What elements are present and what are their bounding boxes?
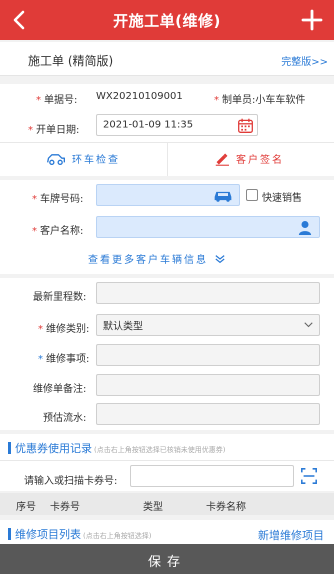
customer-sign-button[interactable]: 客户签名 [214, 151, 284, 166]
coupon-input[interactable] [130, 465, 294, 487]
calendar-icon[interactable] [237, 117, 254, 134]
coupon-section-hint: (点击右上角按钮选择已核销未使用优惠券) [94, 446, 226, 454]
page-title: 开施工单(维修) [113, 12, 221, 30]
maker-label: * 制单员:小车车软件 [214, 95, 306, 106]
full-version-link[interactable]: 完整版>> [281, 53, 328, 68]
repair-info-card: 最新里程数: * 维修类别: 默认类型 * 维修事项: 维修单备注: 预估流水: [0, 278, 334, 430]
scan-icon[interactable] [300, 467, 318, 485]
customer-card: * 车牌号码: 快速销售 * 客户名称: 查看更多客户车辆信息 [0, 180, 334, 274]
double-chevron-down-icon [215, 254, 225, 263]
add-repair-item-button[interactable]: 新增维修项目 [258, 527, 324, 543]
repair-item-label: * 维修事项: [38, 354, 90, 365]
repair-items-section: 维修项目列表 (点击右上角按钮选择) 新增维修项目 [0, 520, 334, 544]
mode-bar: 施工单 (精简版) 完整版>> [0, 42, 334, 76]
pen-sign-icon [215, 153, 229, 166]
doc-no-value: WX20210109001 [96, 91, 183, 102]
car-inspect-icon [47, 153, 66, 165]
customer-name-input[interactable] [96, 216, 320, 238]
more-customer-info-link[interactable]: 查看更多客户车辆信息 [88, 251, 226, 266]
mileage-label: 最新里程数: [33, 292, 87, 303]
top-bar: 开施工单(维修) [0, 0, 334, 40]
quick-sale-label: 快速销售 [262, 193, 302, 204]
coupon-section: 优惠券使用记录 (点击右上角按钮选择已核销未使用优惠券) 请输入或扫描卡券号: [0, 434, 334, 491]
date-label: * 开单日期: [28, 125, 80, 136]
repair-item-input[interactable] [96, 344, 320, 366]
repair-remark-input[interactable] [96, 374, 320, 396]
doc-no-label: * 单据号: [36, 95, 78, 106]
repair-type-select[interactable]: 默认类型 [96, 314, 320, 336]
flow-estimate-label: 预估流水: [43, 413, 87, 424]
person-icon[interactable] [298, 220, 312, 236]
mode-title: 施工单 (精简版) [28, 54, 114, 68]
repair-items-hint: (点击右上角按钮选择) [83, 532, 152, 540]
maker-value: 小车车软件 [255, 95, 306, 106]
car-icon[interactable] [213, 189, 233, 203]
column-header: 序号 [16, 502, 36, 513]
flow-estimate-input[interactable] [96, 403, 320, 425]
column-header: 卡券名称 [206, 502, 246, 513]
mileage-input[interactable] [96, 282, 320, 304]
column-header: 卡券号 [50, 502, 80, 513]
save-label: 保存 [147, 555, 186, 570]
quick-sale-checkbox[interactable] [246, 189, 258, 201]
chevron-down-icon [304, 322, 313, 328]
date-field[interactable]: 2021-01-09 11:35 [96, 114, 258, 136]
plate-label: * 车牌号码: [32, 194, 84, 205]
coupon-input-label: 请输入或扫描卡券号: [24, 476, 118, 487]
repair-remark-label: 维修单备注: [33, 384, 87, 395]
plate-input[interactable] [96, 184, 240, 206]
order-info-card: * 单据号: WX20210109001 * 制单员:小车车软件 * 开单日期: 20… [0, 84, 334, 176]
inspect-button[interactable]: 环车检查 [46, 151, 120, 166]
plus-icon[interactable] [300, 8, 324, 32]
customer-name-label: * 客户名称: [32, 226, 84, 237]
save-button[interactable]: 保存 [0, 544, 334, 574]
coupon-table-header: 序号 卡券号 类型 卡券名称 [0, 493, 334, 515]
date-value: 2021-01-09 11:35 [103, 119, 194, 131]
column-header: 类型 [143, 502, 163, 513]
repair-items-title: 维修项目列表 (点击右上角按钮选择) [8, 526, 151, 542]
repair-type-label: * 维修类别: [38, 324, 90, 335]
coupon-section-title: 优惠券使用记录 (点击右上角按钮选择已核销未使用优惠券) [8, 440, 225, 456]
